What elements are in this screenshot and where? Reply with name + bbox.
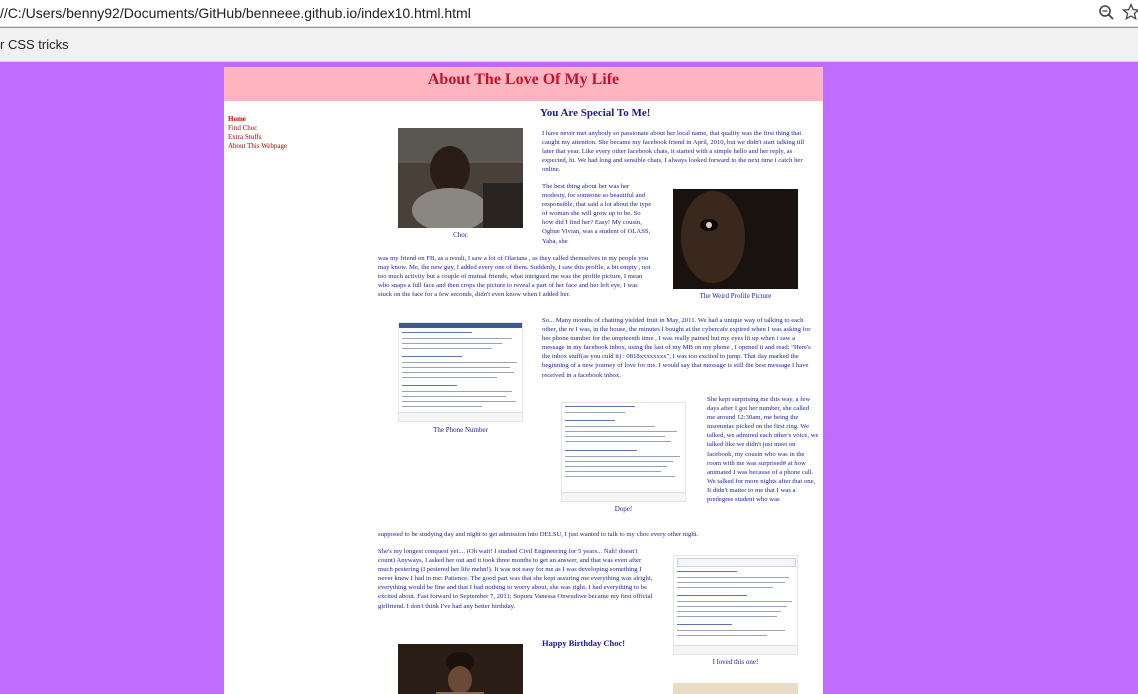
paragraph-surprising: She kept surprising me this way, a few d… (707, 396, 819, 504)
page-title: About The Love Of My Life (427, 71, 620, 88)
caption-choc: Choc (453, 231, 468, 239)
paragraph-phone-number: So... Many months of chatting yielded fr… (542, 317, 811, 379)
star-icon[interactable] (1122, 3, 1138, 21)
special-heading: You Are Special To Me! (540, 107, 651, 119)
loved-this-screenshot (673, 555, 798, 655)
paragraph-longest-conquest: She's my longest conquest yet.... (Oh wa… (378, 548, 653, 610)
page-header: About The Love Of My Life (224, 67, 823, 101)
caption-dope: Dope! (614, 505, 633, 513)
url-text[interactable]: //C:/Users/benny92/Documents/GitHub/benn… (0, 5, 471, 21)
birthday-photo (398, 644, 523, 694)
page-container: About The Love Of My Life Home Find Choc… (224, 67, 823, 694)
address-bar[interactable]: //C:/Users/benny92/Documents/GitHub/benn… (0, 0, 1138, 27)
paragraph-intro: I have never met anybody so passionate a… (542, 130, 805, 174)
dope-screenshot (561, 402, 686, 502)
birthday-heading: Happy Birthday Choc! (542, 638, 626, 648)
paragraph-delsu: supposed to be studying day and night to… (378, 531, 699, 538)
bookmarks-bar: r CSS tricks (0, 28, 1138, 62)
nav-find-choc[interactable]: Find Choc (228, 124, 318, 133)
caption-phone-number: The Phone Number (433, 426, 488, 434)
nav-about-webpage[interactable]: About This Webpage (228, 142, 318, 151)
phone-number-screenshot (398, 322, 523, 422)
caption-weird-profile: The Weird Profile Picture (699, 292, 772, 300)
caption-loved-this: I loved this one! (712, 658, 759, 666)
weird-profile-photo (673, 189, 798, 289)
nav-extra-stuffs[interactable]: Extra Stuffs (228, 133, 318, 142)
zoom-icon[interactable] (1098, 4, 1116, 22)
bookmark-css-tricks[interactable]: r CSS tricks (0, 37, 69, 52)
nav-home[interactable]: Home (228, 115, 318, 124)
paragraph-modesty: The best thing about her was her modesty… (542, 183, 652, 245)
paragraph-found-her: was my friend on FB, as a result, I saw … (378, 255, 651, 299)
sidebar-nav: Home Find Choc Extra Stuffs About This W… (228, 115, 318, 151)
bottom-right-photo (673, 683, 798, 694)
choc-photo (398, 128, 523, 228)
